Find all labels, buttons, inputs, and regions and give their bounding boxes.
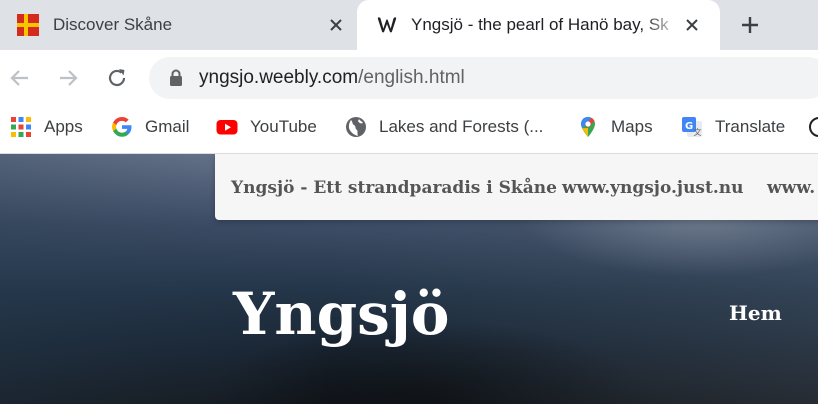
maps-pin-icon	[581, 117, 595, 137]
site-nav-link-yngsjo-just[interactable]: www.yngsjo.just.nu	[562, 178, 744, 198]
bookmark-lakes-and-forests[interactable]: Lakes and Forests (...	[345, 106, 543, 148]
bookmark-more[interactable]	[808, 106, 818, 148]
reload-button[interactable]	[104, 65, 130, 91]
weebly-w-icon	[377, 17, 397, 33]
bookmark-label: Lakes and Forests (...	[379, 117, 544, 136]
bookmark-label: Translate	[715, 117, 786, 136]
close-tab-icon[interactable]	[324, 13, 348, 37]
new-tab-button[interactable]	[737, 12, 763, 38]
site-nav-link-truncated[interactable]: www.	[767, 178, 815, 198]
site-nav-link-strandparadis[interactable]: Yngsjö - Ett strandparadis i Skåne	[231, 178, 557, 198]
bookmark-label: YouTube	[250, 117, 317, 136]
url-host: yngsjo.weebly.com	[199, 67, 359, 88]
globe-icon	[346, 117, 366, 137]
translate-icon: G 文	[682, 117, 702, 137]
close-tab-icon[interactable]	[680, 13, 704, 37]
tab-title: Discover Skåne	[53, 15, 173, 34]
forward-button[interactable]	[55, 65, 81, 91]
tab-title: Yngsjö - the pearl of Hanö bay, Sk	[411, 15, 669, 34]
bookmarks-bar: Apps Gmail YouTube Lakes and Forests (..…	[0, 106, 818, 154]
svg-text:G: G	[685, 121, 693, 132]
bookmark-label: Gmail	[145, 117, 190, 136]
tab-discover-skane[interactable]: Discover Skåne	[0, 0, 357, 50]
site-top-nav: Yngsjö - Ett strandparadis i Skåne www.y…	[215, 154, 818, 220]
svg-text:文: 文	[694, 127, 702, 137]
browser-toolbar: yngsjo.weebly.com/english.html	[0, 50, 818, 106]
bookmark-youtube[interactable]: YouTube	[216, 106, 317, 148]
apps-grid-icon	[11, 117, 31, 137]
bookmark-gmail[interactable]: Gmail	[111, 106, 189, 148]
bookmark-maps[interactable]: Maps	[577, 106, 653, 148]
back-button[interactable]	[7, 65, 33, 91]
clock-icon	[809, 117, 818, 137]
site-menu-hem[interactable]: Hem	[729, 301, 782, 325]
lock-icon	[170, 69, 182, 86]
bookmark-apps[interactable]: Apps	[10, 106, 83, 148]
web-page-content: Yngsjö - Ett strandparadis i Skåne www.y…	[0, 154, 818, 404]
bookmark-label: Apps	[44, 117, 83, 136]
skane-flag-icon	[17, 14, 39, 36]
bookmark-label: Maps	[611, 117, 653, 136]
tab-strip: Discover Skåne Yngsjö - the pearl of Han…	[0, 0, 818, 50]
url-text: yngsjo.weebly.com/english.html	[199, 67, 465, 89]
site-title[interactable]: Yngsjö	[233, 279, 449, 349]
bookmark-translate[interactable]: G 文 Translate	[681, 106, 785, 148]
address-bar[interactable]: yngsjo.weebly.com/english.html	[149, 57, 818, 99]
url-path: /english.html	[358, 67, 465, 88]
google-g-icon	[112, 117, 132, 137]
youtube-icon	[216, 120, 238, 135]
